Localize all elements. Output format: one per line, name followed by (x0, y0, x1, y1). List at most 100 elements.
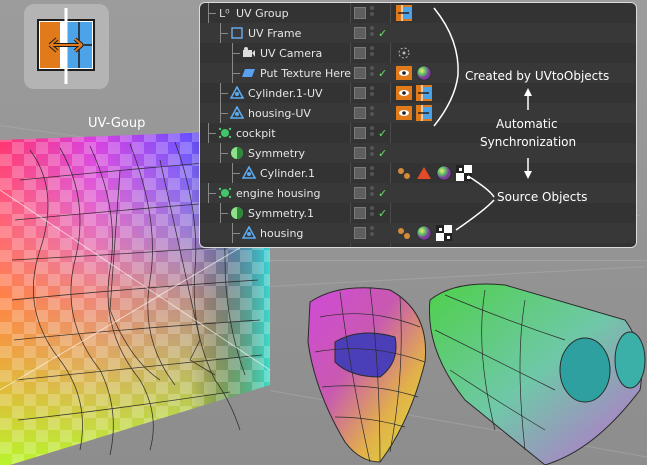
tree-connector (232, 173, 240, 174)
object-row[interactable]: housing-UV (200, 103, 636, 123)
object-row[interactable]: Cylinder.1 (200, 163, 636, 183)
visibility-dots[interactable] (370, 46, 375, 60)
layer-swatch[interactable] (354, 87, 366, 99)
tree-connector (208, 13, 216, 14)
material-sphere-icon[interactable] (436, 165, 452, 181)
phong-tag-icon[interactable] (396, 225, 410, 239)
object-name[interactable]: Put Texture Here (260, 67, 351, 80)
layer-swatch[interactable] (354, 47, 366, 59)
camera-icon (242, 46, 256, 60)
layer-swatch[interactable] (354, 167, 366, 179)
view-tag-icon[interactable] (396, 85, 412, 100)
camera-target-tag-icon[interactable] (396, 45, 410, 59)
object-name[interactable]: UV Camera (260, 47, 322, 60)
group-object-icon (218, 186, 232, 200)
enabled-check-icon[interactable]: ✓ (378, 27, 387, 40)
tree-connector (220, 153, 228, 154)
object-name[interactable]: engine housing (236, 187, 320, 200)
object-name[interactable]: Symmetry (248, 147, 305, 160)
layer-swatch[interactable] (354, 227, 366, 239)
uv-sync-icon (37, 8, 95, 84)
uvw-tag-icon[interactable] (436, 225, 452, 241)
material-sphere-icon[interactable] (416, 225, 432, 241)
plane-icon (242, 66, 256, 80)
object-name[interactable]: Symmetry.1 (248, 207, 314, 220)
object-row[interactable]: UV Camera (200, 43, 636, 63)
object-name[interactable]: cockpit (236, 127, 276, 140)
object-name[interactable]: housing-UV (248, 107, 311, 120)
object-row[interactable]: L⁰ UV Group (200, 3, 636, 23)
tree-connector (220, 213, 228, 214)
visibility-dots[interactable] (370, 166, 375, 180)
uv-sync-tag-icon[interactable] (416, 85, 432, 101)
object-row[interactable]: Symmetry.1 ✓ (200, 203, 636, 223)
polygon-object-icon (229, 105, 245, 120)
object-name[interactable]: UV Group (236, 7, 289, 20)
layer-swatch[interactable] (354, 127, 366, 139)
tree-connector (232, 73, 240, 74)
visibility-dots[interactable] (370, 226, 375, 240)
view-tag-icon[interactable] (396, 65, 412, 80)
object-manager-panel[interactable]: L⁰ UV Group UV Frame ✓ UV Camera Put Texture … (199, 2, 637, 248)
visibility-dots[interactable] (370, 26, 375, 40)
uv-group-label: UV-Goup (88, 116, 146, 131)
object-row[interactable]: UV Frame ✓ (200, 23, 636, 43)
object-row[interactable]: housing (200, 223, 636, 243)
view-tag-icon[interactable] (396, 105, 412, 120)
group-object-icon (218, 126, 232, 140)
uvw-tag-icon[interactable] (456, 165, 472, 181)
uv-sync-tag-icon[interactable] (396, 5, 412, 21)
symmetry-icon (230, 206, 244, 220)
symmetry-icon (230, 146, 244, 160)
tree-connector (220, 33, 228, 34)
layer-swatch[interactable] (354, 67, 366, 79)
null-object-icon: L⁰ (218, 6, 232, 20)
enabled-check-icon[interactable]: ✓ (378, 67, 387, 80)
tree-connector (220, 113, 228, 114)
polygon-object-icon (229, 85, 245, 100)
visibility-dots[interactable] (370, 146, 375, 160)
object-name[interactable]: Cylinder.1-UV (248, 87, 323, 100)
uvtoobjects-plugin-icon[interactable] (24, 4, 109, 89)
enabled-check-icon[interactable]: ✓ (378, 127, 387, 140)
annotation-automatic: Automatic (496, 117, 558, 131)
engine-housing-mesh[interactable] (425, 280, 647, 465)
tree-connector (232, 233, 240, 234)
visibility-dots[interactable] (370, 6, 375, 20)
layer-swatch[interactable] (354, 107, 366, 119)
layer-swatch[interactable] (354, 27, 366, 39)
object-name[interactable]: UV Frame (248, 27, 301, 40)
visibility-dots[interactable] (370, 206, 375, 220)
enabled-check-icon[interactable]: ✓ (378, 147, 387, 160)
annotation-synchronization: Synchronization (480, 135, 577, 149)
polygon-object-icon (241, 165, 257, 180)
object-name[interactable]: Cylinder.1 (260, 167, 315, 180)
polygon-selection-tag-icon[interactable] (416, 165, 431, 179)
visibility-dots[interactable] (370, 86, 375, 100)
layer-swatch[interactable] (354, 207, 366, 219)
visibility-dots[interactable] (370, 106, 375, 120)
visibility-dots[interactable] (370, 126, 375, 140)
tree-connector (232, 53, 240, 54)
tree-connector (208, 193, 216, 194)
object-row[interactable]: Cylinder.1-UV (200, 83, 636, 103)
tree-connector (208, 133, 216, 134)
tree-connector (220, 93, 228, 94)
object-name[interactable]: housing (260, 227, 303, 240)
frame-icon (230, 26, 244, 40)
layer-swatch[interactable] (354, 187, 366, 199)
annotation-source-objects: Source Objects (497, 190, 588, 204)
cockpit-mesh[interactable] (300, 282, 440, 465)
phong-tag-icon[interactable] (396, 165, 410, 179)
visibility-dots[interactable] (370, 66, 375, 80)
uv-sync-tag-icon[interactable] (416, 105, 432, 121)
enabled-check-icon[interactable]: ✓ (378, 207, 387, 220)
enabled-check-icon[interactable]: ✓ (378, 187, 387, 200)
polygon-object-icon (241, 225, 257, 240)
layer-swatch[interactable] (354, 7, 366, 19)
svg-text:L⁰: L⁰ (219, 7, 230, 20)
annotation-created-by: Created by UVtoObjects (465, 69, 610, 83)
material-sphere-icon[interactable] (416, 65, 432, 81)
visibility-dots[interactable] (370, 186, 375, 200)
layer-swatch[interactable] (354, 147, 366, 159)
